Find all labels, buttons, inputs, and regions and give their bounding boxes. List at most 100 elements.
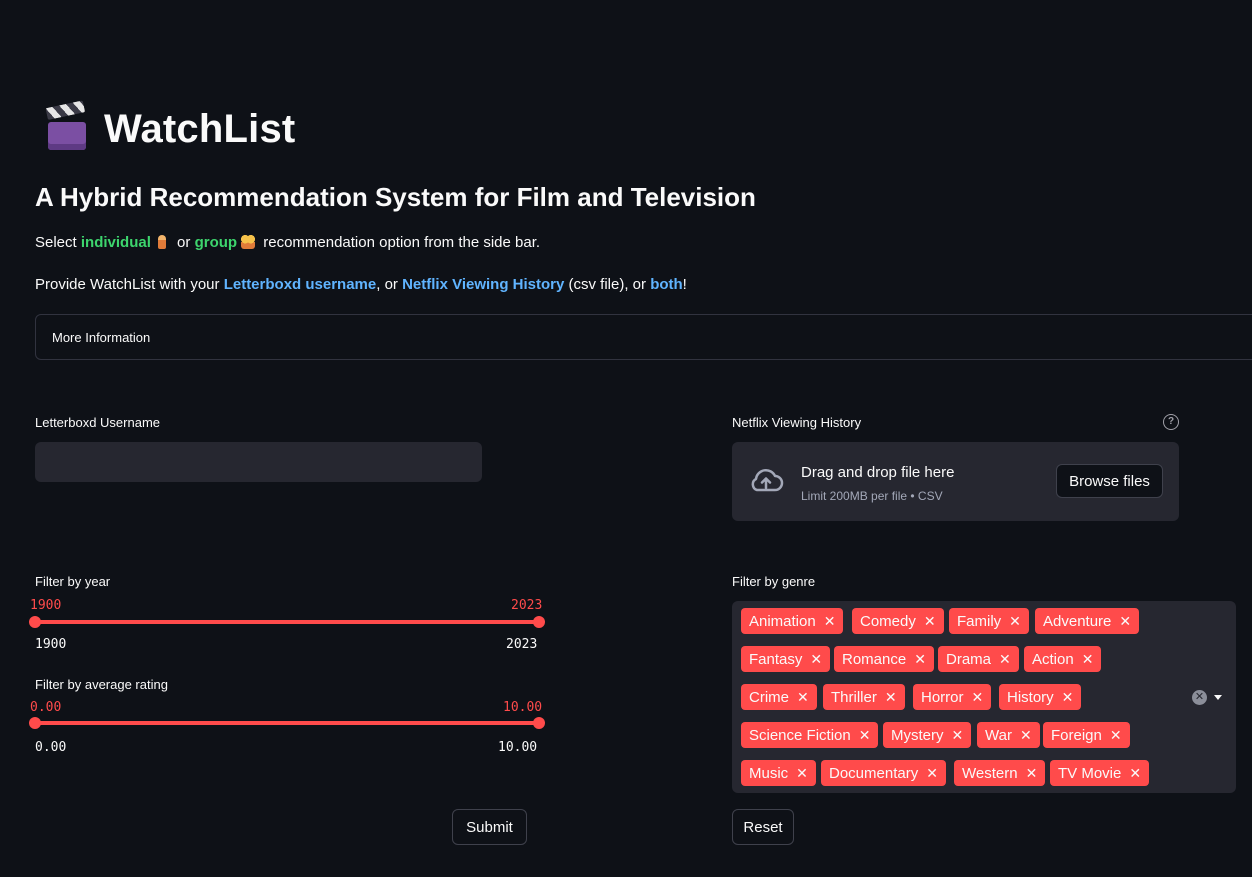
genre-filter-label: Filter by genre (732, 574, 816, 589)
expander-label: More Information (52, 329, 151, 345)
instruction-line-1: Select individual or group recommendatio… (35, 234, 540, 251)
chevron-down-icon[interactable] (1214, 695, 1222, 700)
tag-label: Western (962, 765, 1018, 782)
tag-label: Documentary (829, 765, 919, 782)
remove-tag-icon[interactable]: ✕ (1020, 727, 1032, 743)
remove-tag-icon[interactable]: ✕ (1062, 689, 1074, 705)
genre-tag[interactable]: Drama ✕ (938, 646, 1019, 672)
remove-tag-icon[interactable]: ✕ (914, 651, 926, 667)
year-max-tick: 2023 (506, 637, 538, 652)
remove-tag-icon[interactable]: ✕ (810, 651, 822, 667)
year-low-value: 1900 (30, 598, 62, 613)
year-slider-high-thumb[interactable] (533, 616, 545, 628)
remove-tag-icon[interactable]: ✕ (1082, 651, 1094, 667)
tag-label: Family (957, 613, 1002, 630)
tag-label: Adventure (1043, 613, 1112, 630)
more-information-expander[interactable]: More Information (35, 314, 1252, 360)
genre-tag[interactable]: Romance ✕ (834, 646, 934, 672)
tag-label: Thriller (831, 689, 877, 706)
dropzone-subtitle: Limit 200MB per file • CSV (801, 489, 943, 503)
tag-label: Action (1032, 651, 1074, 668)
genre-tag[interactable]: Thriller ✕ (823, 684, 905, 710)
submit-button[interactable]: Submit (452, 809, 527, 845)
genre-tag[interactable]: Mystery ✕ (883, 722, 972, 748)
tag-label: TV Movie (1058, 765, 1122, 782)
tag-label: Comedy (860, 613, 916, 630)
genre-tag[interactable]: Crime ✕ (741, 684, 817, 710)
remove-tag-icon[interactable]: ✕ (999, 651, 1011, 667)
page-subtitle: A Hybrid Recommendation System for Film … (35, 182, 756, 212)
netflix-label: Netflix Viewing History (732, 415, 862, 430)
rating-high-value: 10.00 (503, 700, 543, 715)
letterboxd-username-input[interactable] (35, 442, 482, 482)
tag-label: Fantasy (749, 651, 803, 668)
netflix-highlight: Netflix Viewing History (402, 276, 565, 293)
remove-tag-icon[interactable]: ✕ (1009, 613, 1021, 629)
remove-tag-icon[interactable]: ✕ (1110, 727, 1122, 743)
genre-tag[interactable]: Comedy ✕ (852, 608, 944, 634)
remove-tag-icon[interactable]: ✕ (1119, 613, 1131, 629)
help-icon[interactable]: ? (1163, 414, 1179, 430)
tag-label: Music (749, 765, 789, 782)
year-slider-track[interactable] (35, 620, 539, 624)
remove-tag-icon[interactable]: ✕ (972, 689, 984, 705)
tag-label: Mystery (891, 727, 944, 744)
year-min-tick: 1900 (35, 637, 67, 652)
tag-label: Crime (749, 689, 789, 706)
genre-multiselect[interactable]: Animation ✕ Comedy ✕ Family ✕ Adventure ✕ Fa… (732, 601, 1236, 793)
text-segment: Provide WatchList with your (35, 276, 224, 293)
rating-slider-high-thumb[interactable] (533, 717, 545, 729)
genre-tag[interactable]: Western ✕ (954, 760, 1046, 786)
remove-tag-icon[interactable]: ✕ (796, 765, 808, 781)
genre-tag[interactable]: TV Movie ✕ (1050, 760, 1150, 786)
genre-tag[interactable]: Foreign ✕ (1043, 722, 1130, 748)
genre-tag[interactable]: Family ✕ (949, 608, 1029, 634)
genre-tag[interactable]: War ✕ (977, 722, 1040, 748)
rating-slider-track[interactable] (35, 721, 539, 725)
genre-tag[interactable]: Animation ✕ (741, 608, 844, 634)
genre-tag[interactable]: Music ✕ (741, 760, 816, 786)
year-filter-label: Filter by year (35, 574, 111, 589)
remove-tag-icon[interactable]: ✕ (824, 613, 836, 629)
tag-label: Horror (921, 689, 964, 706)
genre-tag[interactable]: Fantasy ✕ (741, 646, 831, 672)
remove-tag-icon[interactable]: ✕ (797, 689, 809, 705)
text-segment: Select (35, 234, 81, 251)
genre-tag[interactable]: History ✕ (999, 684, 1082, 710)
file-dropzone[interactable]: Drag and drop file here Limit 200MB per … (732, 442, 1179, 521)
clear-all-icon[interactable]: ✕ (1192, 690, 1207, 705)
remove-tag-icon[interactable]: ✕ (885, 689, 897, 705)
person-icon (157, 235, 166, 249)
tag-label: Animation (749, 613, 816, 630)
text-segment: or (172, 234, 195, 251)
genre-tag[interactable]: Adventure ✕ (1035, 608, 1140, 634)
remove-tag-icon[interactable]: ✕ (859, 727, 871, 743)
text-segment: , or (376, 276, 403, 293)
cloud-upload-icon (751, 469, 784, 492)
year-high-value: 2023 (511, 598, 543, 613)
browse-files-button[interactable]: Browse files (1056, 464, 1163, 498)
tag-label: Drama (946, 651, 992, 668)
remove-tag-icon[interactable]: ✕ (1026, 765, 1038, 781)
genre-tag[interactable]: Action ✕ (1024, 646, 1102, 672)
remove-tag-icon[interactable]: ✕ (926, 765, 938, 781)
remove-tag-icon[interactable]: ✕ (924, 613, 936, 629)
tag-label: Foreign (1051, 727, 1102, 744)
text-segment: (csv file), or (564, 276, 651, 293)
text-segment: ! (682, 276, 687, 293)
genre-tag[interactable]: Documentary ✕ (821, 760, 946, 786)
app-header: WatchList (44, 100, 295, 152)
reset-button[interactable]: Reset (732, 809, 794, 845)
year-slider-low-thumb[interactable] (29, 616, 41, 628)
remove-tag-icon[interactable]: ✕ (952, 727, 964, 743)
rating-slider-low-thumb[interactable] (29, 717, 41, 729)
both-highlight: both (650, 276, 683, 293)
text-segment: recommendation option from the side bar. (259, 234, 541, 251)
rating-min-tick: 0.00 (35, 740, 67, 755)
dropzone-title: Drag and drop file here (801, 464, 955, 481)
remove-tag-icon[interactable]: ✕ (1129, 765, 1141, 781)
genre-tag[interactable]: Science Fiction ✕ (741, 722, 879, 748)
genre-tag[interactable]: Horror ✕ (913, 684, 992, 710)
tag-label: Romance (842, 651, 907, 668)
clapper-board-icon (44, 100, 90, 152)
